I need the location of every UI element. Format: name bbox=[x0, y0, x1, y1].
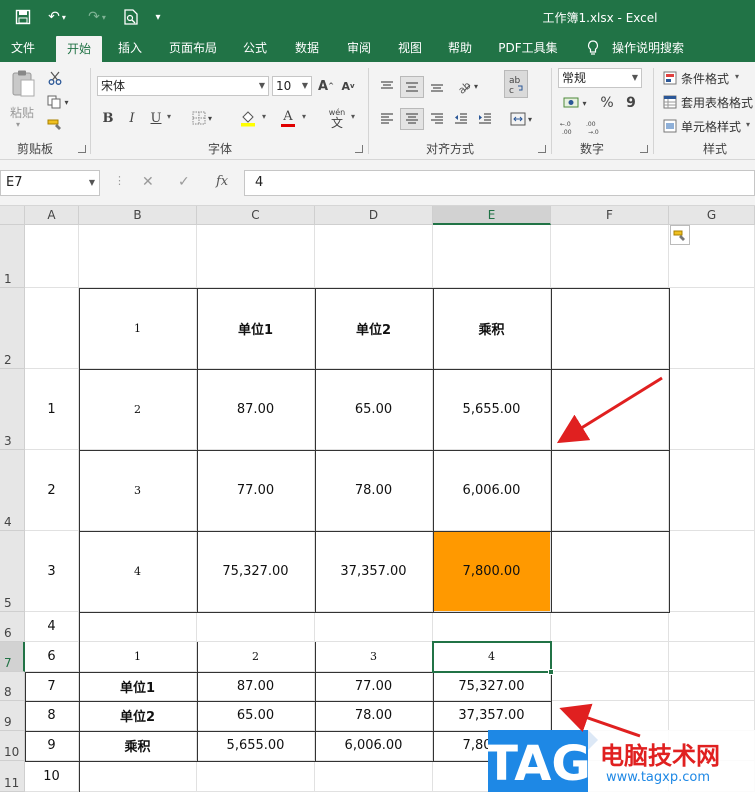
red-arrow-lower bbox=[559, 703, 641, 738]
annotation-arrows bbox=[556, 376, 663, 738]
red-arrow-upper bbox=[556, 376, 663, 444]
